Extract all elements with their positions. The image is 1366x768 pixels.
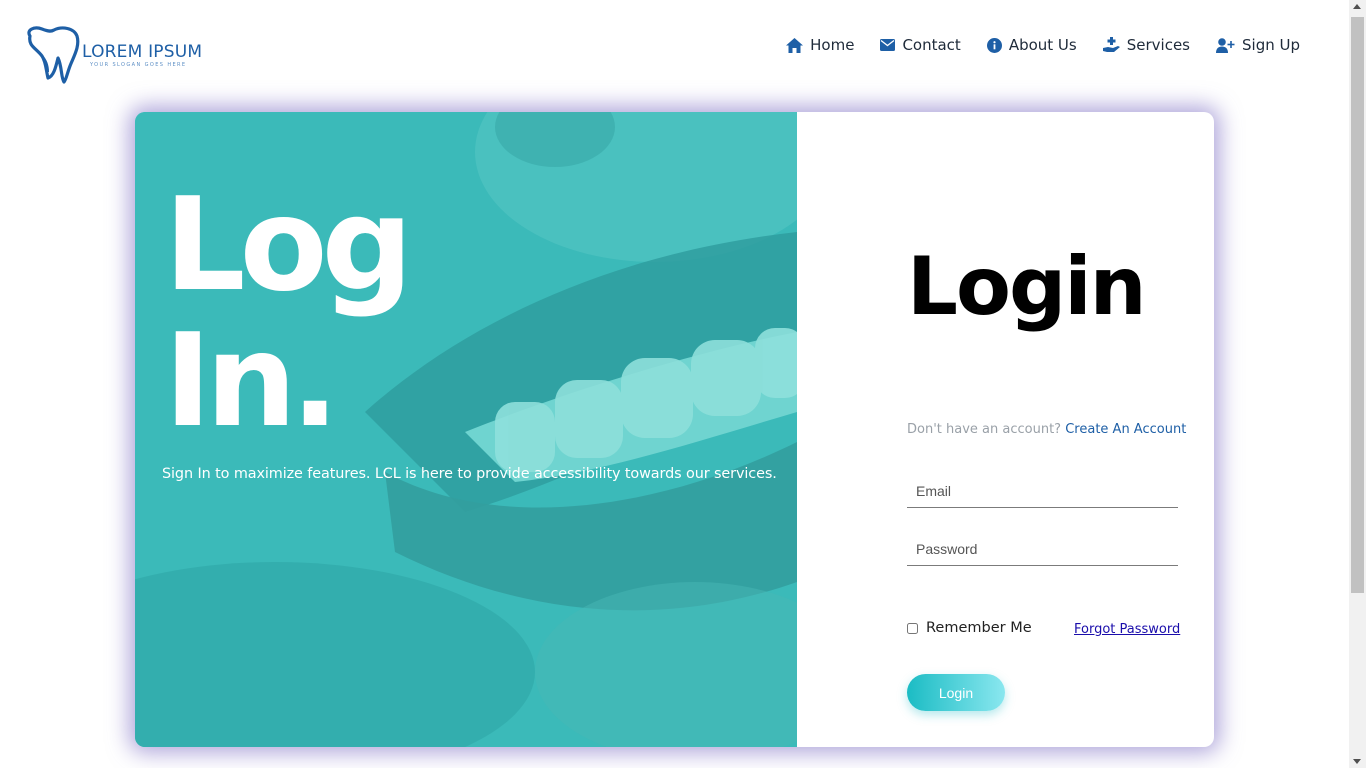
nav-label-about: About Us bbox=[1008, 36, 1077, 54]
nav-item-home[interactable]: Home bbox=[786, 34, 854, 56]
main-nav: Home Contact About Us Services Sign Up bbox=[760, 34, 1300, 56]
email-input[interactable] bbox=[907, 474, 1178, 508]
account-prompt: Don't have an account? Create An Account bbox=[907, 422, 1186, 437]
scroll-up-arrow-icon[interactable] bbox=[1353, 4, 1361, 9]
info-circle-icon bbox=[986, 37, 1002, 53]
page-scrollbar[interactable] bbox=[1349, 0, 1366, 768]
hero-title: Log In. bbox=[164, 171, 413, 456]
remember-me-checkbox[interactable] bbox=[907, 622, 918, 634]
nav-label-services: Services bbox=[1126, 36, 1190, 54]
nav-item-signup[interactable]: Sign Up bbox=[1216, 34, 1300, 56]
home-icon bbox=[786, 37, 804, 53]
remember-me[interactable]: Remember Me bbox=[907, 620, 1032, 636]
hand-holding-medical-icon bbox=[1102, 37, 1120, 52]
nav-label-signup: Sign Up bbox=[1242, 36, 1300, 54]
nav-label-home: Home bbox=[810, 36, 855, 54]
hero-title-line1: Log bbox=[164, 171, 413, 320]
nav-item-about[interactable]: About Us bbox=[986, 34, 1077, 56]
brand-slogan: YOUR SLOGAN GOES HERE bbox=[90, 62, 187, 68]
login-heading: Login bbox=[907, 240, 1147, 333]
login-button[interactable]: Login bbox=[907, 674, 1005, 711]
scroll-down-arrow-icon[interactable] bbox=[1353, 759, 1361, 764]
brand-logo[interactable]: LOREM IPSUM YOUR SLOGAN GOES HERE bbox=[24, 26, 224, 84]
forgot-password-link[interactable]: Forgot Password bbox=[1074, 622, 1180, 637]
hero-panel: Log In. Sign In to maximize features. LC… bbox=[135, 112, 797, 747]
user-plus-icon bbox=[1216, 37, 1235, 53]
nav-label-contact: Contact bbox=[902, 36, 961, 54]
hero-subtitle: Sign In to maximize features. LCL is her… bbox=[162, 466, 777, 482]
brand-name: LOREM IPSUM bbox=[82, 42, 203, 62]
remember-me-label: Remember Me bbox=[926, 620, 1032, 636]
password-input[interactable] bbox=[907, 532, 1178, 566]
envelope-icon bbox=[880, 39, 896, 51]
nav-item-contact[interactable]: Contact bbox=[880, 34, 961, 56]
account-question: Don't have an account? bbox=[907, 422, 1062, 437]
tooth-icon bbox=[27, 26, 80, 84]
create-account-link[interactable]: Create An Account bbox=[1065, 422, 1186, 437]
login-card: Log In. Sign In to maximize features. LC… bbox=[135, 112, 1214, 747]
nav-item-services[interactable]: Services bbox=[1102, 34, 1190, 56]
scroll-thumb[interactable] bbox=[1351, 17, 1364, 593]
hero-title-line2: In. bbox=[164, 307, 339, 456]
login-form: Login Don't have an account? Create An A… bbox=[797, 112, 1214, 747]
